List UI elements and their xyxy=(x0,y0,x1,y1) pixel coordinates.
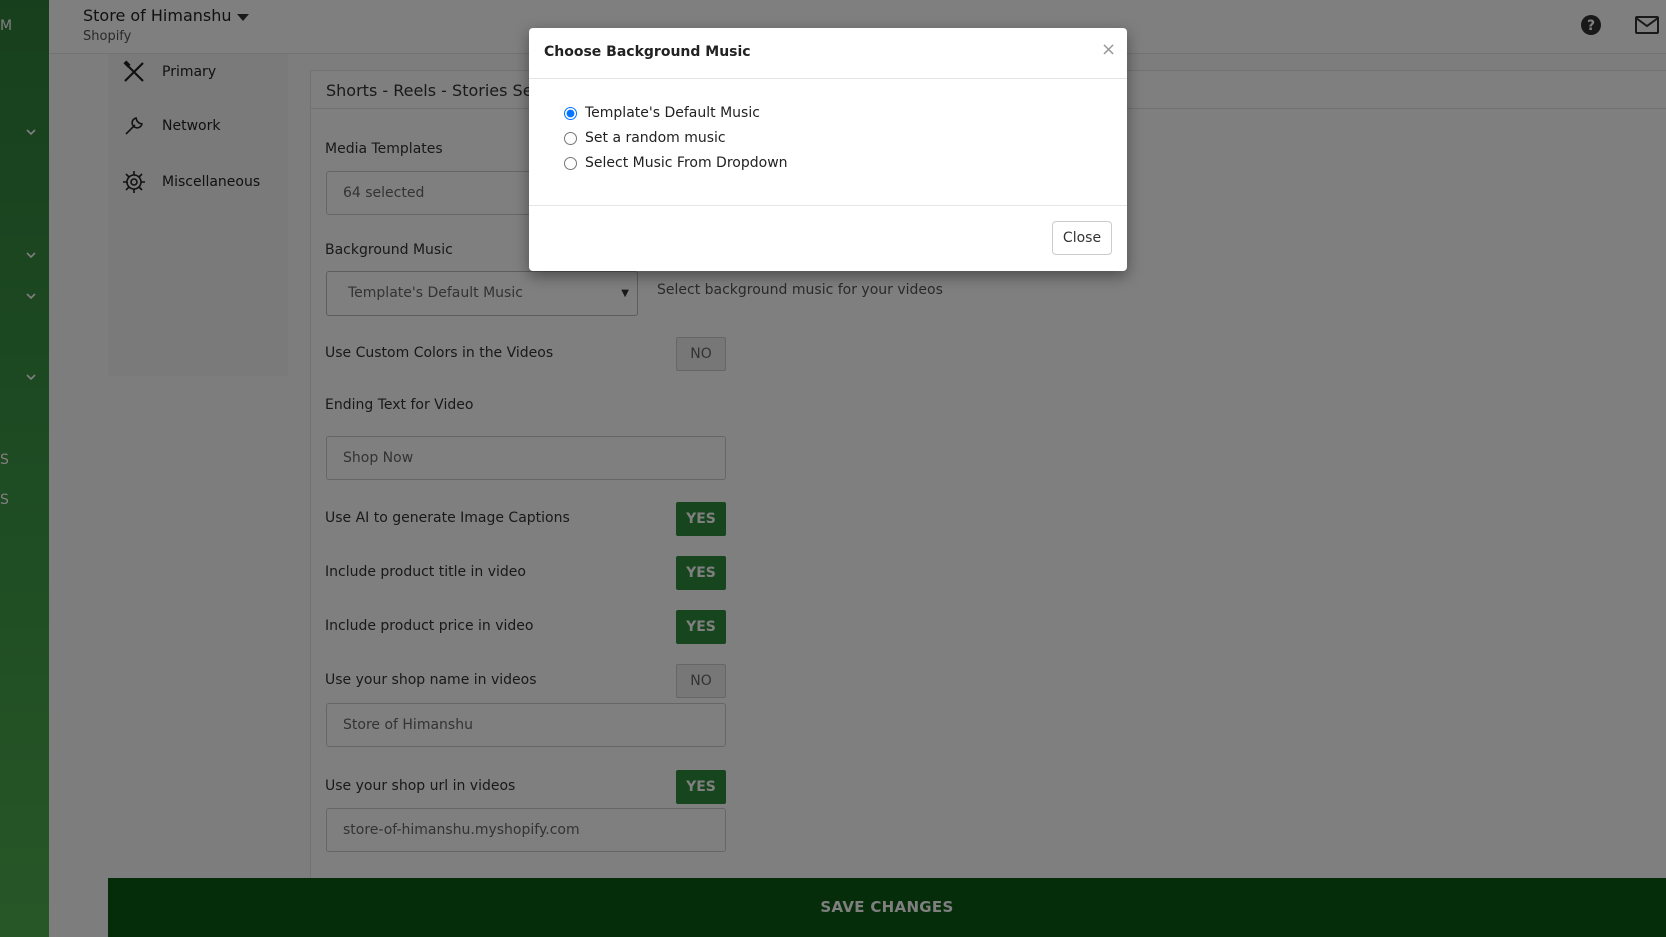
radio-default-music[interactable] xyxy=(564,106,577,120)
close-button[interactable]: Close xyxy=(1052,221,1112,255)
modal-title: Choose Background Music xyxy=(544,44,751,60)
radio-dropdown-music[interactable] xyxy=(564,156,577,170)
modal-header: Choose Background Music × xyxy=(529,28,1127,79)
radio-random-music[interactable] xyxy=(564,131,577,145)
radio-option-random-music[interactable]: Set a random music xyxy=(564,130,726,146)
radio-option-dropdown-music[interactable]: Select Music From Dropdown xyxy=(564,155,788,171)
radio-label: Select Music From Dropdown xyxy=(585,155,788,171)
radio-option-default-music[interactable]: Template's Default Music xyxy=(564,105,760,121)
background-music-modal: Choose Background Music × Template's Def… xyxy=(529,28,1127,271)
radio-label: Template's Default Music xyxy=(585,105,760,121)
radio-label: Set a random music xyxy=(585,130,726,146)
modal-footer: Close xyxy=(529,205,1127,272)
close-icon[interactable]: × xyxy=(1101,41,1116,59)
